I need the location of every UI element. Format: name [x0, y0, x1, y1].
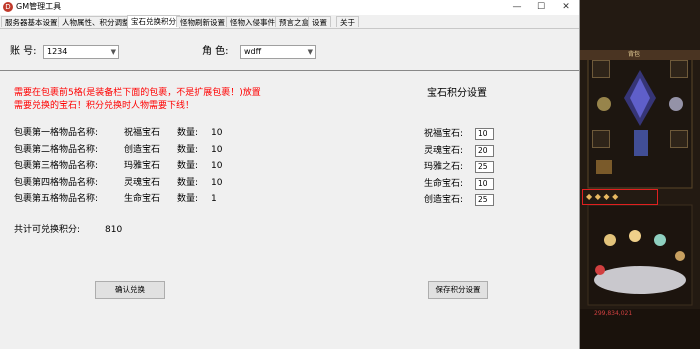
window-title: GM管理工具 [16, 2, 62, 11]
setting-label: 生命宝石: [424, 179, 464, 189]
item-name: 灵魂宝石 [124, 178, 161, 188]
qty-label: 数量: [177, 128, 199, 138]
setting-label: 玛雅之石: [424, 162, 464, 172]
game-inventory-panel: 背包 ◆ ◆ ◆ ◆ 299,834,021 [580, 0, 700, 349]
equip-slot[interactable] [592, 130, 610, 148]
close-button[interactable]: ✕ [555, 0, 577, 15]
character-label: 角 色: [202, 46, 229, 57]
tab-server-settings[interactable]: 服务器基本设置 [1, 16, 62, 27]
character-value: wdff [244, 47, 262, 56]
slot-label: 包裹第一格物品名称: [14, 128, 99, 138]
setting-label: 创造宝石: [424, 195, 464, 205]
chevron-down-icon: ▼ [307, 48, 313, 56]
qty-value: 10 [211, 128, 223, 138]
item-name: 玛雅宝石 [124, 161, 161, 171]
item-name: 生命宝石 [124, 194, 161, 204]
setting-input[interactable]: 10 [475, 128, 494, 140]
confirm-exchange-button[interactable]: 确认兑换 [95, 281, 165, 299]
account-value: 1234 [47, 47, 68, 56]
item-name: 祝福宝石 [124, 128, 161, 138]
app-logo-icon: D [3, 2, 13, 12]
gem-icons[interactable]: ◆ ◆ ◆ ◆ [586, 192, 618, 201]
slot-label: 包裹第三格物品名称: [14, 161, 99, 171]
chevron-down-icon: ▼ [110, 48, 116, 56]
total-label: 共计可兑换积分: [14, 225, 81, 235]
qty-value: 1 [211, 194, 217, 204]
gold-amount: 299,834,021 [594, 310, 633, 317]
tab-monster-invasion[interactable]: 怪物入侵事件 [226, 16, 279, 27]
gem-exchange-panel: 账 号: 1234 ▼ 角 色: wdff ▼ 需要在包裹前5格(是装备栏下面的… [0, 29, 579, 349]
tab-settings[interactable]: 设置 [308, 16, 331, 27]
qty-label: 数量: [177, 178, 199, 188]
setting-input[interactable]: 10 [475, 178, 494, 190]
equip-slot[interactable] [670, 60, 688, 78]
slot-label: 包裹第二格物品名称: [14, 145, 99, 155]
title-bar: D GM管理工具 — ☐ ✕ [0, 0, 579, 15]
divider [0, 70, 579, 71]
qty-label: 数量: [177, 145, 199, 155]
setting-input[interactable]: 25 [475, 161, 494, 173]
slot-label: 包裹第四格物品名称: [14, 178, 99, 188]
equip-slot[interactable] [592, 60, 610, 78]
maximize-button[interactable]: ☐ [530, 0, 552, 15]
save-settings-button[interactable]: 保存积分设置 [428, 281, 488, 299]
inventory-title: 背包 [628, 51, 641, 58]
setting-input[interactable]: 25 [475, 194, 494, 206]
total-value: 810 [105, 225, 123, 235]
qty-label: 数量: [177, 161, 199, 171]
tab-monster-refresh[interactable]: 怪物刷新设置 [176, 16, 229, 27]
account-select[interactable]: 1234 ▼ [43, 45, 119, 59]
setting-label: 灵魂宝石: [424, 146, 464, 156]
qty-value: 10 [211, 178, 223, 188]
equip-slot[interactable] [670, 130, 688, 148]
qty-value: 10 [211, 161, 223, 171]
item-name: 创造宝石 [124, 145, 161, 155]
slot-label: 包裹第五格物品名称: [14, 194, 99, 204]
settings-title: 宝石积分设置 [427, 88, 487, 99]
qty-value: 10 [211, 145, 223, 155]
notice-line-1: 需要在包裹前5格(是装备栏下面的包裹，不是扩展包裹！)放置 [14, 88, 261, 98]
tab-about[interactable]: 关于 [336, 16, 359, 27]
character-select[interactable]: wdff ▼ [240, 45, 316, 59]
account-label: 账 号: [10, 46, 37, 57]
notice-line-2: 需要兑换的宝石！积分兑换时人物需要下线！ [14, 101, 195, 111]
qty-label: 数量: [177, 194, 199, 204]
tab-character-attributes[interactable]: 人物属性、积分调整 [58, 16, 134, 27]
setting-input[interactable]: 20 [475, 145, 494, 157]
minimize-button[interactable]: — [506, 0, 528, 15]
tab-bar: 服务器基本设置 人物属性、积分调整 宝石兑换积分 怪物刷新设置 怪物入侵事件 预… [0, 15, 579, 29]
gm-tool-window: D GM管理工具 — ☐ ✕ 服务器基本设置 人物属性、积分调整 宝石兑换积分 … [0, 0, 580, 349]
tab-gem-exchange[interactable]: 宝石兑换积分 [127, 15, 180, 28]
setting-label: 祝福宝石: [424, 129, 464, 139]
